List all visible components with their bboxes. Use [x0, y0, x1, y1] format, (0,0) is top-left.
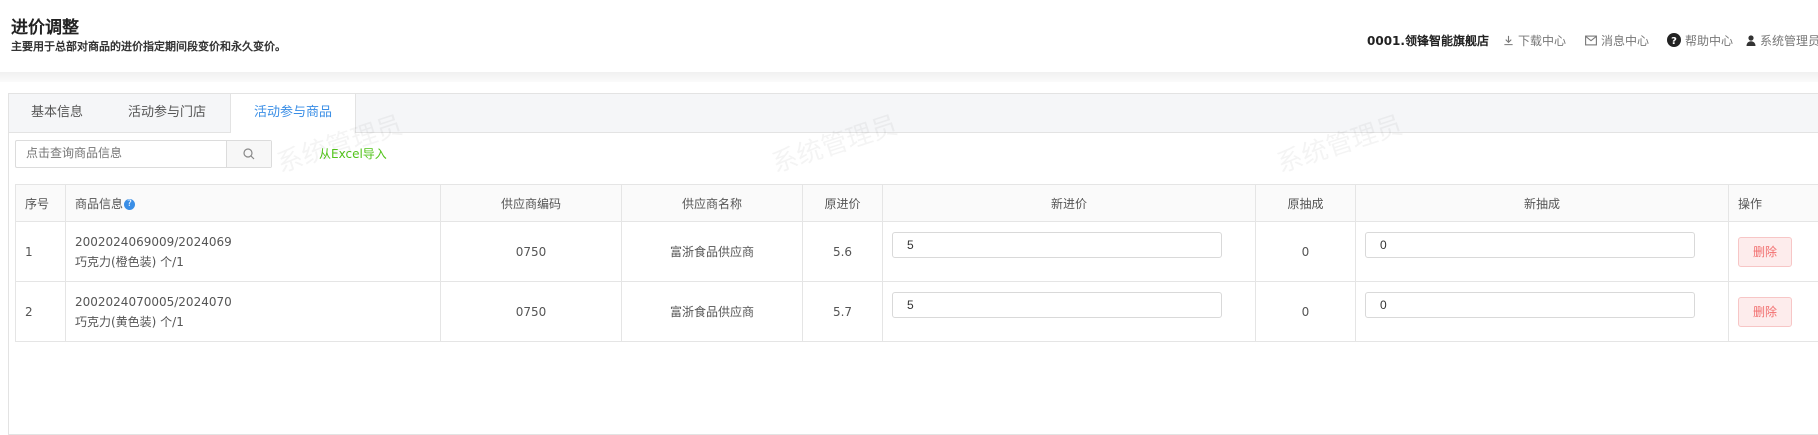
delete-button[interactable]: 删除	[1738, 237, 1792, 267]
search-button[interactable]	[226, 141, 271, 167]
product-code: 2002024070005/2024070	[75, 292, 431, 312]
product-search	[15, 140, 272, 168]
table-row: 1 2002024069009/2024069巧克力(橙色装) 个/1 0750…	[16, 222, 1818, 282]
col-old-commission: 原抽成	[1256, 185, 1356, 222]
help-icon: ?	[1667, 33, 1681, 47]
col-supplier-name: 供应商名称	[622, 185, 803, 222]
product-name: 巧克力(橙色装) 个/1	[75, 252, 431, 272]
top-header: 进价调整 主要用于总部对商品的进价指定期间段变价和永久变价。 0001.领锋智能…	[0, 0, 1818, 80]
col-new-price: 新进价	[883, 185, 1256, 222]
page-title: 进价调整	[11, 13, 79, 38]
col-seq: 序号	[16, 185, 66, 222]
row-supplier-name: 富浙食品供应商	[622, 282, 803, 342]
tab-participating-stores[interactable]: 活动参与门店	[105, 94, 229, 132]
col-action: 操作	[1729, 185, 1818, 222]
product-name: 巧克力(黄色装) 个/1	[75, 312, 431, 332]
row-product: 2002024070005/2024070巧克力(黄色装) 个/1	[66, 282, 441, 342]
row-new-price	[883, 282, 1256, 342]
row-old-commission: 0	[1256, 222, 1356, 282]
col-product: 商品信息?	[66, 185, 441, 222]
page-subtitle: 主要用于总部对商品的进价指定期间段变价和永久变价。	[11, 38, 286, 54]
svg-text:?: ?	[1671, 36, 1677, 47]
tab-bar: 基本信息 活动参与门店 活动参与商品	[9, 94, 1818, 133]
new-price-input[interactable]	[892, 292, 1222, 318]
row-action: 删除	[1729, 282, 1818, 342]
row-old-price: 5.6	[803, 222, 883, 282]
new-commission-input[interactable]	[1365, 232, 1695, 258]
row-supplier-code: 0750	[441, 282, 622, 342]
row-new-price	[883, 222, 1256, 282]
message-center-link[interactable]: 消息中心	[1585, 32, 1649, 49]
main-panel: 基本信息 活动参与门店 活动参与商品 从Excel导入 序号 商品信息? 供应商…	[8, 93, 1818, 435]
tab-basic-info[interactable]: 基本信息	[9, 94, 105, 132]
delete-button[interactable]: 删除	[1738, 297, 1792, 327]
row-old-commission: 0	[1256, 282, 1356, 342]
col-new-commission: 新抽成	[1356, 185, 1729, 222]
row-product: 2002024069009/2024069巧克力(橙色装) 个/1	[66, 222, 441, 282]
row-seq: 1	[16, 222, 66, 282]
help-center-link[interactable]: ? 帮助中心	[1667, 31, 1733, 49]
row-action: 删除	[1729, 222, 1818, 282]
user-menu[interactable]: 系统管理员	[1746, 32, 1818, 49]
row-supplier-name: 富浙食品供应商	[622, 222, 803, 282]
download-center-label: 下载中心	[1518, 32, 1566, 49]
download-icon	[1503, 35, 1514, 46]
question-icon[interactable]: ?	[124, 199, 135, 210]
row-old-price: 5.7	[803, 282, 883, 342]
row-supplier-code: 0750	[441, 222, 622, 282]
table-header-row: 序号 商品信息? 供应商编码 供应商名称 原进价 新进价 原抽成 新抽成 操作	[16, 185, 1818, 222]
mail-icon	[1585, 35, 1597, 46]
message-center-label: 消息中心	[1601, 32, 1649, 49]
import-excel-link[interactable]: 从Excel导入	[319, 145, 387, 162]
table-row: 2 2002024070005/2024070巧克力(黄色装) 个/1 0750…	[16, 282, 1818, 342]
header-divider	[0, 72, 1818, 82]
tab-participating-products[interactable]: 活动参与商品	[230, 94, 356, 133]
row-new-commission	[1356, 282, 1729, 342]
new-commission-input[interactable]	[1365, 292, 1695, 318]
search-icon	[243, 148, 255, 160]
download-center-link[interactable]: 下载中心	[1503, 32, 1566, 49]
user-name: 系统管理员	[1760, 32, 1818, 49]
row-seq: 2	[16, 282, 66, 342]
product-search-input[interactable]	[16, 141, 246, 165]
product-table: 序号 商品信息? 供应商编码 供应商名称 原进价 新进价 原抽成 新抽成 操作 …	[15, 184, 1818, 342]
user-icon	[1746, 35, 1756, 46]
new-price-input[interactable]	[892, 232, 1222, 258]
col-old-price: 原进价	[803, 185, 883, 222]
col-supplier-code: 供应商编码	[441, 185, 622, 222]
help-center-label: 帮助中心	[1685, 32, 1733, 49]
row-new-commission	[1356, 222, 1729, 282]
col-product-label: 商品信息	[75, 197, 123, 211]
store-name[interactable]: 0001.领锋智能旗舰店	[1367, 32, 1489, 49]
product-code: 2002024069009/2024069	[75, 232, 431, 252]
